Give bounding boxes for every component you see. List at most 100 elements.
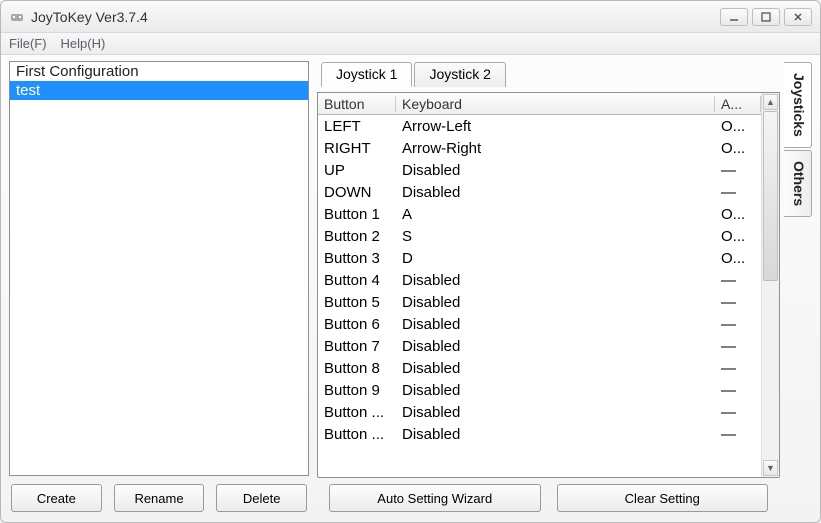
auto-setting-wizard-button[interactable]: Auto Setting Wizard	[329, 484, 541, 512]
config-list[interactable]: First Configurationtest	[9, 61, 309, 476]
cell-keyboard: Disabled	[396, 338, 715, 355]
table-header: Button Keyboard A...	[318, 93, 761, 115]
mapping-table-inner: Button Keyboard A... LEFTArrow-LeftO...R…	[318, 93, 761, 477]
close-button[interactable]	[784, 8, 812, 26]
table-row[interactable]: DOWNDisabled—	[318, 181, 761, 203]
sidetab-others[interactable]: Others	[784, 150, 812, 217]
cell-keyboard: Disabled	[396, 404, 715, 421]
cell-keyboard: Disabled	[396, 316, 715, 333]
cell-button: Button 6	[318, 316, 396, 333]
cell-keyboard: Disabled	[396, 294, 715, 311]
menu-file[interactable]: File(F)	[9, 36, 47, 51]
cell-button: Button ...	[318, 426, 396, 443]
cell-auto: —	[715, 272, 761, 289]
maximize-button[interactable]	[752, 8, 780, 26]
titlebar: JoyToKey Ver3.7.4	[1, 1, 820, 33]
cell-auto: —	[715, 162, 761, 179]
right-column: Joystick 1 Joystick 2 Button Keyboard A.…	[317, 61, 812, 514]
cell-auto: O...	[715, 118, 761, 135]
cell-button: Button ...	[318, 404, 396, 421]
cell-auto: —	[715, 338, 761, 355]
cell-keyboard: Disabled	[396, 382, 715, 399]
joystick-tabstrip: Joystick 1 Joystick 2	[321, 61, 780, 86]
left-column: First Configurationtest Create Rename De…	[9, 61, 309, 514]
th-button[interactable]: Button	[318, 96, 396, 112]
window-controls	[720, 8, 812, 26]
cell-button: Button 7	[318, 338, 396, 355]
cell-keyboard: Arrow-Left	[396, 118, 715, 135]
cell-button: Button 8	[318, 360, 396, 377]
cell-keyboard: Disabled	[396, 272, 715, 289]
cell-button: Button 4	[318, 272, 396, 289]
menu-help[interactable]: Help(H)	[61, 36, 106, 51]
cell-auto: —	[715, 382, 761, 399]
cell-button: LEFT	[318, 118, 396, 135]
table-row[interactable]: UPDisabled—	[318, 159, 761, 181]
cell-auto: —	[715, 294, 761, 311]
cell-button: Button 3	[318, 250, 396, 267]
cell-keyboard: S	[396, 228, 715, 245]
cell-keyboard: Disabled	[396, 426, 715, 443]
cell-auto: O...	[715, 228, 761, 245]
cell-auto: O...	[715, 250, 761, 267]
cell-auto: —	[715, 360, 761, 377]
side-tabstrip: Joysticks Others	[784, 61, 812, 514]
cell-button: DOWN	[318, 184, 396, 201]
rename-button[interactable]: Rename	[114, 484, 205, 512]
window-title: JoyToKey Ver3.7.4	[31, 9, 148, 25]
cell-auto: O...	[715, 206, 761, 223]
minimize-button[interactable]	[720, 8, 748, 26]
table-row[interactable]: Button 7Disabled—	[318, 335, 761, 357]
table-row[interactable]: Button 2SO...	[318, 225, 761, 247]
cell-keyboard: Arrow-Right	[396, 140, 715, 157]
menubar: File(F) Help(H)	[1, 33, 820, 55]
app-icon	[9, 9, 25, 25]
create-button[interactable]: Create	[11, 484, 102, 512]
scroll-down-arrow-icon[interactable]: ▼	[763, 460, 778, 476]
tab-joystick-2[interactable]: Joystick 2	[414, 62, 505, 87]
table-row[interactable]: Button 9Disabled—	[318, 379, 761, 401]
table-row[interactable]: Button 5Disabled—	[318, 291, 761, 313]
th-auto[interactable]: A...	[715, 96, 761, 112]
scroll-up-arrow-icon[interactable]: ▲	[763, 94, 778, 110]
cell-keyboard: D	[396, 250, 715, 267]
client-area: First Configurationtest Create Rename De…	[1, 55, 820, 522]
scroll-thumb[interactable]	[763, 111, 778, 281]
cell-button: Button 2	[318, 228, 396, 245]
vertical-scrollbar[interactable]: ▲ ▼	[761, 93, 779, 477]
cell-keyboard: Disabled	[396, 162, 715, 179]
table-row[interactable]: Button 1AO...	[318, 203, 761, 225]
list-item[interactable]: First Configuration	[10, 62, 308, 81]
config-button-row: Create Rename Delete	[9, 484, 309, 514]
cell-keyboard: Disabled	[396, 360, 715, 377]
table-row[interactable]: LEFTArrow-LeftO...	[318, 115, 761, 137]
cell-auto: —	[715, 404, 761, 421]
app-window: JoyToKey Ver3.7.4 File(F) Help(H) First …	[0, 0, 821, 523]
table-row[interactable]: RIGHTArrow-RightO...	[318, 137, 761, 159]
list-item[interactable]: test	[10, 81, 308, 100]
mapping-table: Button Keyboard A... LEFTArrow-LeftO...R…	[317, 92, 780, 478]
cell-button: RIGHT	[318, 140, 396, 157]
table-row[interactable]: Button 8Disabled—	[318, 357, 761, 379]
table-row[interactable]: Button 4Disabled—	[318, 269, 761, 291]
table-row[interactable]: Button ...Disabled—	[318, 401, 761, 423]
cell-button: UP	[318, 162, 396, 179]
cell-button: Button 9	[318, 382, 396, 399]
th-keyboard[interactable]: Keyboard	[396, 96, 715, 112]
cell-keyboard: A	[396, 206, 715, 223]
table-body: LEFTArrow-LeftO...RIGHTArrow-RightO...UP…	[318, 115, 761, 445]
sidetab-joysticks[interactable]: Joysticks	[784, 62, 812, 148]
cell-auto: —	[715, 426, 761, 443]
cell-auto: —	[715, 184, 761, 201]
clear-setting-button[interactable]: Clear Setting	[557, 484, 769, 512]
delete-button[interactable]: Delete	[216, 484, 307, 512]
table-row[interactable]: Button 6Disabled—	[318, 313, 761, 335]
tab-joystick-1[interactable]: Joystick 1	[321, 62, 412, 87]
cell-button: Button 5	[318, 294, 396, 311]
table-row[interactable]: Button ...Disabled—	[318, 423, 761, 445]
cell-button: Button 1	[318, 206, 396, 223]
right-button-row: Auto Setting Wizard Clear Setting	[317, 484, 780, 514]
table-row[interactable]: Button 3DO...	[318, 247, 761, 269]
cell-auto: O...	[715, 140, 761, 157]
cell-keyboard: Disabled	[396, 184, 715, 201]
